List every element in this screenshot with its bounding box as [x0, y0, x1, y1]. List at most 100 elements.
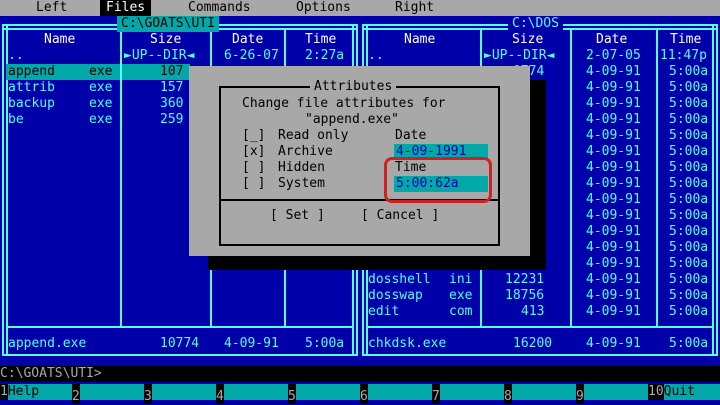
list-item-date: 4-09-91: [586, 224, 641, 239]
list-item-time: 5:00a: [669, 288, 709, 303]
list-item-size: 18756: [505, 288, 545, 303]
command-line[interactable]: C:\GOATS\UTI>: [0, 366, 720, 382]
fkey-2[interactable]: 2: [72, 384, 144, 404]
right-up-date: 2-07-05: [586, 48, 641, 63]
fkey-label: [439, 384, 504, 400]
fkey-label: [583, 384, 648, 400]
left-status-date: 4-09-91: [224, 336, 279, 351]
left-status-file: append.exe: [8, 336, 87, 351]
list-item-date: 4-09-91: [586, 208, 641, 223]
list-item-size: 157: [160, 80, 184, 95]
list-item-size: 413: [521, 304, 545, 319]
list-item-date: 4-09-91: [586, 96, 641, 111]
list-item[interactable]: edit: [368, 304, 399, 320]
menu-right[interactable]: Right: [389, 0, 440, 16]
right-up-name[interactable]: ..: [368, 48, 384, 64]
fkey-label: [511, 384, 576, 400]
list-item-time: 5:00a: [669, 304, 709, 319]
list-item[interactable]: dosswap: [368, 288, 423, 304]
list-item-time: 5:00a: [669, 160, 709, 175]
list-item-ext: exe: [89, 80, 113, 95]
fkey-number: 4: [216, 389, 224, 404]
list-item-ext: com: [449, 304, 473, 319]
list-item-time: 5:00a: [669, 176, 709, 191]
list-item[interactable]: backup: [8, 96, 55, 112]
list-item-size: 259: [160, 112, 184, 127]
list-item-time: 5:00a: [669, 192, 709, 207]
fkey-5[interactable]: 5: [288, 384, 360, 404]
list-item-date: 4-09-91: [586, 240, 641, 255]
menu-commands[interactable]: Commands: [182, 0, 257, 16]
fkey-label: [295, 384, 360, 400]
list-item-time: 5:00a: [669, 128, 709, 143]
left-panel-path: C:\GOATS\UTI: [117, 16, 219, 32]
checkbox-archive[interactable]: [x]: [242, 144, 265, 160]
right-panel-path: C:\DOS: [508, 16, 563, 32]
fkey-label: [151, 384, 216, 400]
checkbox-system[interactable]: [ ]: [242, 176, 265, 192]
right-header-size: Size: [512, 32, 544, 47]
list-item-time: 5:00a: [669, 144, 709, 159]
left-up-time: 2:27a: [305, 48, 345, 63]
left-status-size: 10774: [160, 336, 200, 351]
list-item-time: 5:00a: [669, 208, 709, 223]
list-item-size: 107: [160, 64, 184, 79]
right-up-time: 11:47p: [660, 48, 707, 63]
right-up-size: ►UP--DIR◄: [484, 48, 555, 63]
list-item-time: 5:00a: [669, 96, 709, 111]
right-status-time: 5:00a: [669, 336, 709, 351]
fkey-4[interactable]: 4: [216, 384, 288, 404]
list-item-date: 4-09-91: [586, 304, 641, 319]
right-header-date: Date: [596, 32, 628, 47]
set-button[interactable]: [ Set ]: [270, 208, 325, 224]
cancel-button[interactable]: [ Cancel ]: [361, 208, 439, 224]
list-item[interactable]: dosshell: [368, 272, 431, 288]
fkey-8[interactable]: 8: [504, 384, 576, 404]
fkey-label: [79, 384, 144, 400]
time-highlight-annotation: [384, 157, 492, 203]
list-item-time: 5:00a: [669, 256, 709, 271]
list-item-ext: exe: [89, 96, 113, 111]
left-header-date: Date: [232, 32, 264, 47]
list-item-date: 4-09-91: [586, 144, 641, 159]
list-item-date: 4-09-91: [586, 64, 641, 79]
list-item-time: 5:00a: [669, 112, 709, 127]
fkey-10[interactable]: 10Quit: [648, 384, 720, 400]
checkbox-archive-label: Archive: [278, 144, 333, 159]
list-item-ext: exe: [89, 64, 113, 79]
list-item-date: 4-09-91: [586, 160, 641, 175]
right-status-size: 16200: [513, 336, 553, 351]
right-header-time: Time: [670, 32, 702, 47]
date-label: Date: [395, 128, 427, 143]
menu-left[interactable]: Left: [30, 0, 73, 16]
fkey-6[interactable]: 6: [360, 384, 432, 404]
left-up-name[interactable]: ..: [8, 48, 24, 64]
fkey-9[interactable]: 9: [576, 384, 648, 404]
menu-bar: Left Files Commands Options Right: [0, 0, 720, 16]
list-item-time: 5:00a: [669, 272, 709, 287]
checkbox-read-only-label: Read only: [278, 128, 349, 143]
list-item[interactable]: be: [8, 112, 24, 128]
fkey-1[interactable]: 1Help: [0, 384, 72, 400]
list-item-ext: ini: [449, 272, 473, 287]
checkbox-read-only[interactable]: [_]: [242, 128, 265, 144]
fkey-number: 7: [432, 389, 440, 404]
list-item-date: 4-09-91: [586, 128, 641, 143]
fkey-label: [367, 384, 432, 400]
menu-files[interactable]: Files: [100, 0, 152, 16]
dialog-title: Attributes: [310, 79, 397, 95]
list-item[interactable]: append: [8, 64, 55, 80]
dialog-message: Change file attributes for: [242, 96, 446, 111]
list-item-date: 4-09-91: [586, 192, 641, 207]
fkey-label: Quit: [663, 384, 720, 400]
list-item[interactable]: attrib: [8, 80, 55, 96]
right-status-file: chkdsk.exe: [368, 336, 447, 351]
list-item-date: 4-09-91: [586, 80, 641, 95]
list-item-date: 4-09-91: [586, 272, 641, 287]
fkey-3[interactable]: 3: [144, 384, 216, 404]
fkey-label: [223, 384, 288, 400]
menu-options[interactable]: Options: [290, 0, 357, 16]
left-status-time: 5:00a: [305, 336, 345, 351]
fkey-7[interactable]: 7: [432, 384, 504, 404]
checkbox-hidden[interactable]: [ ]: [242, 160, 265, 176]
